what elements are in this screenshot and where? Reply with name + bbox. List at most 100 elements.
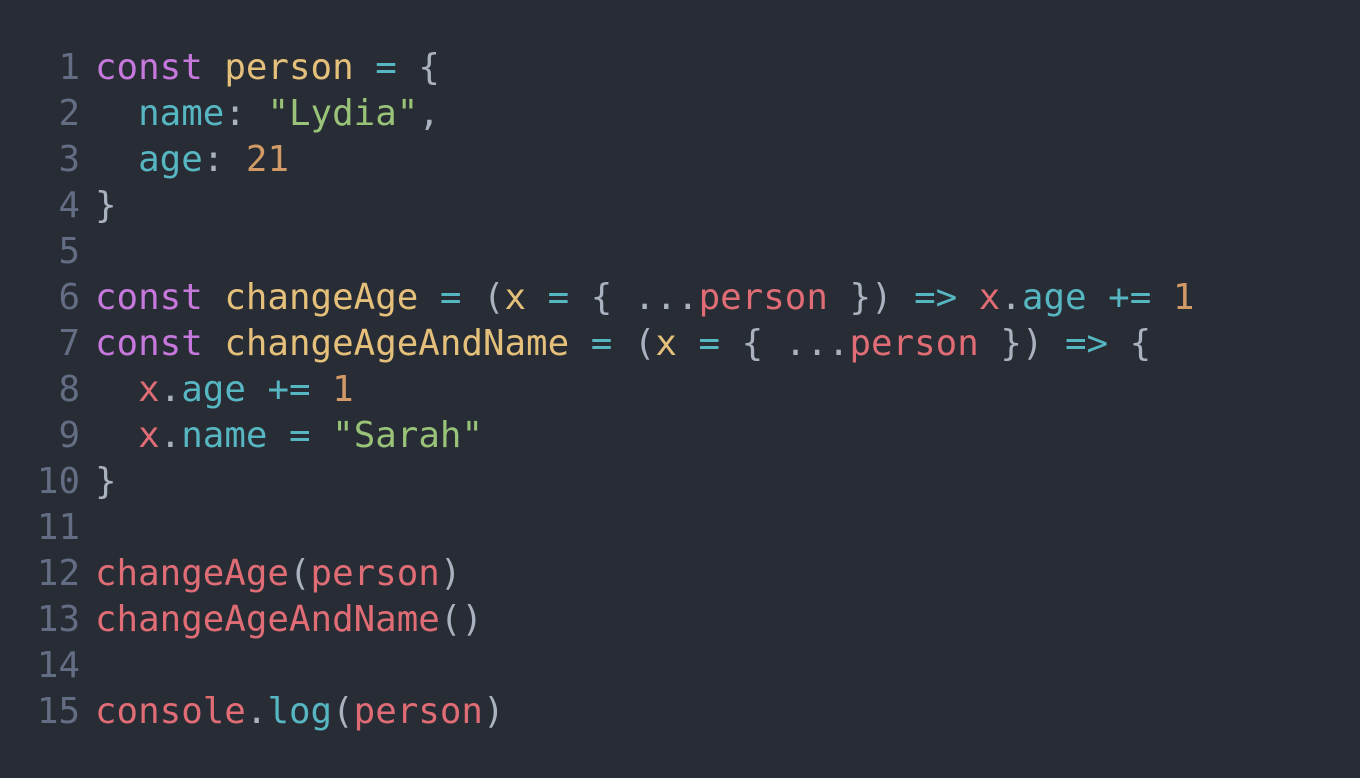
line-number: 1 — [58, 47, 80, 88]
code-token: ( — [633, 323, 656, 364]
code-token: += — [1108, 277, 1152, 318]
code-token: person — [310, 553, 440, 594]
code-line[interactable]: 14 — [0, 643, 1360, 689]
code-line[interactable]: 4} — [0, 183, 1360, 229]
code-token: = — [289, 415, 311, 456]
code-token: person — [353, 691, 483, 732]
code-line[interactable]: 1 const person = { — [0, 45, 1360, 91]
code-token: person — [224, 47, 354, 88]
code-token: { — [1129, 323, 1152, 364]
code-token: ... — [633, 277, 699, 318]
code-token: ( — [332, 691, 354, 732]
code-token: { — [418, 47, 440, 88]
code-token: ) — [439, 553, 462, 594]
code-token: = — [375, 47, 397, 88]
code-line[interactable]: 8 x.age += 1 — [0, 367, 1360, 413]
code-token: = — [698, 323, 721, 364]
code-token: changeAgeAndName — [224, 323, 570, 364]
code-token: 1 — [332, 369, 354, 410]
code-token: . — [159, 369, 182, 410]
code-token: person — [849, 323, 979, 364]
line-number: 5 — [58, 231, 80, 272]
code-token: = — [547, 277, 570, 318]
code-token: = — [590, 323, 613, 364]
line-code: } — [95, 183, 117, 229]
code-token: const — [95, 277, 203, 318]
line-code: } — [95, 459, 117, 505]
code-line[interactable]: 10} — [0, 459, 1360, 505]
line-number: 11 — [36, 507, 80, 548]
code-token: person — [698, 277, 828, 318]
code-line[interactable]: 13 changeAgeAndName() — [0, 597, 1360, 643]
line-code: const person = { — [95, 45, 440, 91]
line-code: changeAge(person) — [95, 551, 461, 597]
line-number: 13 — [36, 599, 80, 640]
code-token: x — [138, 369, 160, 410]
line-code: changeAgeAndName() — [95, 597, 483, 643]
code-token: name — [138, 93, 225, 134]
code-token: , — [418, 93, 440, 134]
code-line[interactable]: 5 — [0, 229, 1360, 275]
code-token: ... — [784, 323, 850, 364]
code-line[interactable]: 2 name: "Lydia", — [0, 91, 1360, 137]
code-token: const — [95, 323, 203, 364]
code-line[interactable]: 11 — [0, 505, 1360, 551]
code-token: x — [655, 323, 677, 364]
code-token: => — [914, 277, 958, 318]
code-line[interactable]: 15 console.log(person) — [0, 689, 1360, 735]
code-token: . — [245, 691, 268, 732]
code-token: . — [159, 415, 182, 456]
code-token: { — [741, 323, 764, 364]
code-token: x — [504, 277, 527, 318]
line-code: x.age += 1 — [95, 367, 354, 413]
code-token: ( — [288, 553, 311, 594]
code-token: age — [138, 139, 203, 180]
code-token: const — [95, 47, 203, 88]
code-token: } — [95, 461, 117, 502]
code-token: age — [1021, 277, 1087, 318]
code-token: 1 — [1172, 277, 1195, 318]
code-editor[interactable]: 1 const person = {2 name: "Lydia", 3 age: … — [0, 0, 1360, 778]
code-line[interactable]: 6 const changeAge = (x = { ...person }) =… — [0, 275, 1360, 321]
line-number: 6 — [58, 277, 80, 318]
code-token: console — [95, 691, 246, 732]
code-token: changeAgeAndName — [95, 599, 440, 640]
line-number: 10 — [36, 461, 80, 502]
code-token: . — [1000, 277, 1022, 318]
code-line[interactable]: 7 const changeAgeAndName = (x = { ...pers… — [0, 321, 1360, 367]
code-line[interactable]: 3 age: 21 — [0, 137, 1360, 183]
code-token: age — [181, 369, 246, 410]
code-line[interactable]: 12 changeAge(person) — [0, 551, 1360, 597]
code-line[interactable]: 9 x.name = "Sarah" — [0, 413, 1360, 459]
line-number: 9 — [58, 415, 80, 456]
line-code: const changeAgeAndName = (x = { ...perso… — [95, 321, 1151, 367]
code-token: { — [590, 277, 613, 318]
line-number: 8 — [58, 369, 80, 410]
line-code: console.log(person) — [95, 689, 505, 735]
line-number: 14 — [36, 645, 80, 686]
code-token: : — [202, 139, 225, 180]
line-number: 12 — [36, 553, 80, 594]
